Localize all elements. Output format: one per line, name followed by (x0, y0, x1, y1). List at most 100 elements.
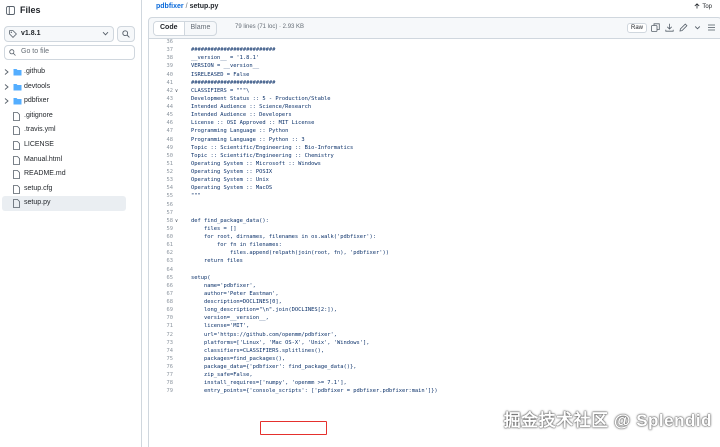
edit-button[interactable] (679, 23, 689, 33)
code-text: author='Peter Eastman', (191, 290, 279, 297)
tab-code[interactable]: Code (154, 22, 185, 35)
code-text: ########################## (191, 47, 276, 54)
line-number[interactable]: 61 (149, 241, 174, 249)
tree-item-license[interactable]: LICENSE (0, 138, 140, 153)
pencil-icon (679, 23, 688, 32)
line-number[interactable]: 79 (149, 387, 174, 395)
line-number[interactable]: 45 (149, 111, 174, 119)
code-text: zip_safe=False, (191, 372, 253, 379)
copy-button[interactable] (651, 23, 661, 33)
list-icon (708, 24, 715, 31)
line-number[interactable]: 62 (149, 249, 174, 257)
line-number[interactable]: 67 (149, 290, 174, 298)
tree-item-setup-cfg[interactable]: setup.cfg (0, 182, 140, 197)
line-number[interactable]: 40 (149, 71, 174, 79)
download-button[interactable] (665, 23, 675, 33)
code-line: 38 __version__ = '1.8.1' (149, 54, 720, 62)
line-number[interactable]: 44 (149, 103, 174, 111)
line-number[interactable]: 41 (149, 79, 174, 87)
line-number[interactable]: 72 (149, 331, 174, 339)
line-number[interactable]: 39 (149, 62, 174, 70)
breadcrumb-repo-link[interactable]: pdbfixer (156, 3, 184, 10)
line-number[interactable]: 55 (149, 192, 174, 200)
line-number[interactable]: 65 (149, 274, 174, 282)
sidebar-panel-icon[interactable] (6, 6, 15, 15)
file-tree: .github devtools pdbfixer .gitignore .tr… (0, 65, 140, 211)
raw-button[interactable]: Raw (626, 23, 647, 33)
tree-item-readme[interactable]: README.md (0, 167, 140, 182)
line-number[interactable]: 71 (149, 322, 174, 330)
line-number[interactable]: 68 (149, 298, 174, 306)
code-line: 58 ∨ def find_package_data(): (149, 217, 720, 225)
line-number[interactable]: 78 (149, 379, 174, 387)
file-info: 79 lines (71 loc) · 2.93 KB (235, 24, 305, 30)
file-tree-sidebar: Files v1.8.1 Go to file .github devtools… (0, 0, 142, 447)
tab-blame[interactable]: Blame (185, 22, 217, 35)
line-number[interactable]: 77 (149, 371, 174, 379)
line-number[interactable]: 50 (149, 152, 174, 160)
line-number[interactable]: 52 (149, 168, 174, 176)
line-number[interactable]: 58 (149, 217, 174, 225)
line-number[interactable]: 53 (149, 176, 174, 184)
code-text: description=DOCLINES[0], (191, 299, 282, 305)
fold-chevron-icon[interactable]: ∨ (175, 217, 178, 225)
line-number[interactable]: 49 (149, 144, 174, 152)
line-number[interactable]: 47 (149, 127, 174, 135)
line-number[interactable]: 64 (149, 266, 174, 274)
code-line: 65 setup( (149, 274, 720, 282)
line-number[interactable]: 38 (149, 54, 174, 62)
file-icon (13, 126, 20, 136)
line-number[interactable]: 43 (149, 95, 174, 103)
top-link[interactable]: Top (694, 3, 712, 10)
tree-item-label: .gitignore (24, 111, 53, 119)
tree-item-label: devtools (24, 82, 51, 90)
go-to-file-input[interactable]: Go to file (4, 45, 135, 60)
line-number[interactable]: 69 (149, 306, 174, 314)
code-line: 77 zip_safe=False, (149, 371, 720, 379)
line-number[interactable]: 54 (149, 184, 174, 192)
code-line: 79 entry_points={'console_scripts': ['pd… (149, 387, 720, 395)
line-number[interactable]: 42 (149, 87, 174, 95)
tree-item-travis-yml[interactable]: .travis.yml (0, 123, 140, 138)
line-number[interactable]: 51 (149, 160, 174, 168)
code-line: 51 Operating System :: Microsoft :: Windo… (149, 160, 720, 168)
code-line: 43 Development Status :: 5 - Production/S… (149, 95, 720, 103)
tree-item-pdbfixer[interactable]: pdbfixer (0, 94, 140, 109)
line-number[interactable]: 59 (149, 225, 174, 233)
code-text: Topic :: Scientific/Engineering :: Chemi… (191, 152, 334, 159)
code-text: ########################## (191, 79, 276, 86)
code-text: def find_package_data(): (191, 217, 269, 224)
symbols-button[interactable] (707, 23, 717, 33)
line-number[interactable]: 74 (149, 347, 174, 355)
code-line: 71 license='MIT', (149, 322, 720, 330)
branch-selector[interactable]: v1.8.1 (4, 26, 114, 42)
download-icon (665, 23, 674, 32)
code-text: Operating System :: POSIX (191, 169, 273, 175)
code-text: files = [] (191, 225, 237, 232)
tree-item-manual-html[interactable]: Manual.html (0, 153, 140, 168)
line-number[interactable]: 66 (149, 282, 174, 290)
line-number[interactable]: 36 (149, 38, 174, 46)
line-number[interactable]: 37 (149, 46, 174, 54)
line-number[interactable]: 56 (149, 201, 174, 209)
code-text: Operating System :: Microsoft :: Windows (191, 160, 321, 167)
tree-item-gitignore[interactable]: .gitignore (0, 109, 140, 124)
tree-item-github[interactable]: .github (0, 65, 140, 80)
line-number[interactable]: 73 (149, 339, 174, 347)
tree-item-setup-py[interactable]: setup.py (2, 196, 126, 211)
line-number[interactable]: 63 (149, 257, 174, 265)
line-number[interactable]: 76 (149, 363, 174, 371)
code-text: install_requires=['numpy', 'openmm >= 7.… (191, 380, 347, 387)
line-number[interactable]: 57 (149, 209, 174, 217)
line-number[interactable]: 75 (149, 355, 174, 363)
more-options-button[interactable] (693, 23, 703, 33)
line-number[interactable]: 70 (149, 314, 174, 322)
line-number[interactable]: 48 (149, 136, 174, 144)
code-line: 70 version=__version__, (149, 314, 720, 322)
search-button[interactable] (117, 26, 135, 42)
fold-chevron-icon[interactable]: ∨ (175, 87, 178, 95)
tree-item-devtools[interactable]: devtools (0, 80, 140, 95)
line-number[interactable]: 60 (149, 233, 174, 241)
line-number[interactable]: 46 (149, 119, 174, 127)
code-line: 42 ∨ CLASSIFIERS = """\ (149, 87, 720, 95)
